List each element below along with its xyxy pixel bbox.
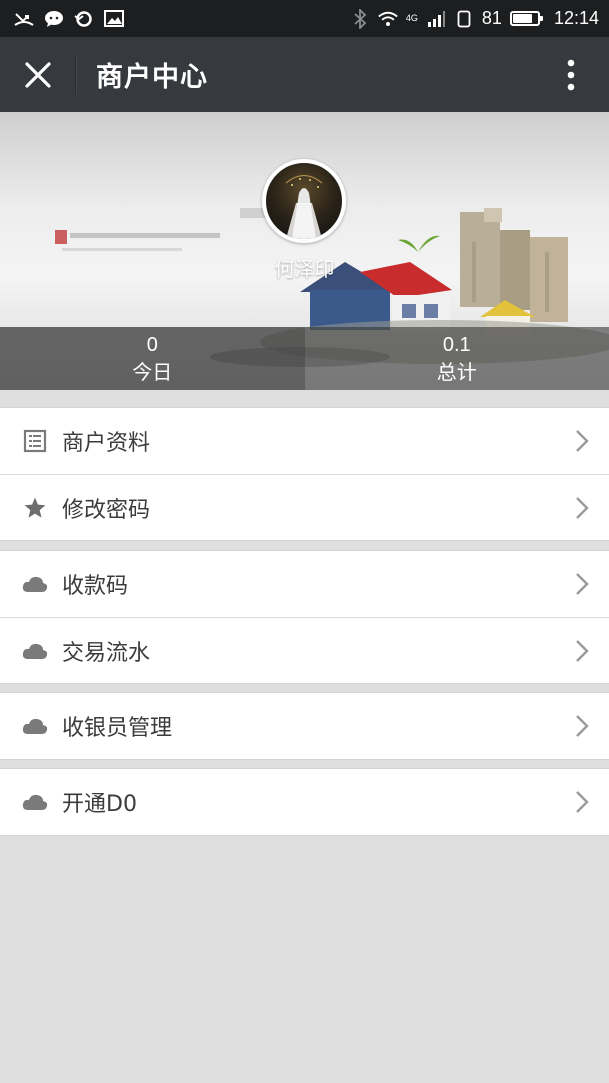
sim-icon (454, 9, 474, 29)
image-icon (104, 9, 124, 29)
menu-group-d0: 开通D0 (0, 768, 609, 836)
cloud-icon (22, 713, 48, 739)
list-icon (22, 428, 48, 454)
menu-item-change-password[interactable]: 修改密码 (0, 474, 609, 540)
menu-item-label: 收款码 (62, 574, 129, 599)
network-type: 4G (405, 13, 418, 23)
more-button[interactable] (553, 37, 589, 112)
stats-bar: 0 今日 0.1 总计 (0, 327, 609, 390)
sync-icon (74, 9, 94, 29)
stat-total-label: 总计 (436, 360, 477, 384)
close-button[interactable] (0, 37, 75, 112)
menu-item-label: 商户资料 (62, 431, 151, 456)
clock: 12:14 (553, 8, 599, 28)
menu-group-payments: 收款码 交易流水 (0, 550, 609, 684)
cloud-icon (22, 571, 48, 597)
profile-banner: 何泽印 0 今日 0.1 总计 (0, 112, 609, 390)
title-divider (75, 55, 76, 94)
avatar[interactable] (262, 159, 346, 243)
page-title: 商户中心 (96, 62, 208, 93)
chat-icon (44, 9, 64, 29)
menu-group-account: 商户资料 修改密码 (0, 407, 609, 541)
menu-item-merchant-info[interactable]: 商户资料 (0, 408, 609, 474)
signal-icon (426, 9, 446, 29)
menu-item-label: 开通D0 (62, 792, 137, 817)
title-bar: 商户中心 (0, 37, 609, 112)
stat-total-value: 0.1 (442, 334, 471, 356)
menu-item-label: 收银员管理 (62, 716, 173, 741)
stat-today-label: 今日 (132, 360, 173, 384)
battery-icon (509, 11, 543, 26)
status-left-icons (14, 9, 124, 29)
more-vertical-icon (567, 59, 575, 90)
status-bar: 4G 81 12:14 (0, 0, 609, 37)
bluetooth-icon (350, 8, 370, 29)
menu-item-enable-d0[interactable]: 开通D0 (0, 769, 609, 835)
menu-item-label: 交易流水 (62, 640, 151, 666)
cloud-icon (22, 789, 48, 815)
missed-call-icon (14, 9, 34, 29)
chevron-right-icon (576, 573, 589, 595)
chevron-right-icon (576, 497, 589, 519)
status-right-icons: 4G 81 12:14 (350, 8, 599, 29)
chevron-right-icon (576, 430, 589, 452)
avatar-image (285, 175, 323, 239)
stat-total[interactable]: 0.1 总计 (304, 327, 609, 390)
cloud-icon (22, 638, 48, 664)
stat-today-value: 0 (146, 334, 158, 356)
wifi-icon (378, 9, 398, 29)
star-icon (22, 495, 48, 521)
menu-item-label: 修改密码 (62, 497, 151, 523)
chevron-right-icon (576, 715, 589, 737)
chevron-right-icon (576, 640, 589, 662)
chevron-right-icon (576, 791, 589, 813)
menu-item-cashier-management[interactable]: 收银员管理 (0, 693, 609, 759)
menu-item-payment-code[interactable]: 收款码 (0, 551, 609, 617)
menu-group-cashiers: 收银员管理 (0, 692, 609, 760)
user-name: 何泽印 (274, 257, 335, 281)
menu-item-transactions[interactable]: 交易流水 (0, 617, 609, 683)
battery-percent: 81 (481, 8, 502, 28)
stat-today[interactable]: 0 今日 (0, 327, 305, 390)
close-icon (24, 61, 51, 88)
